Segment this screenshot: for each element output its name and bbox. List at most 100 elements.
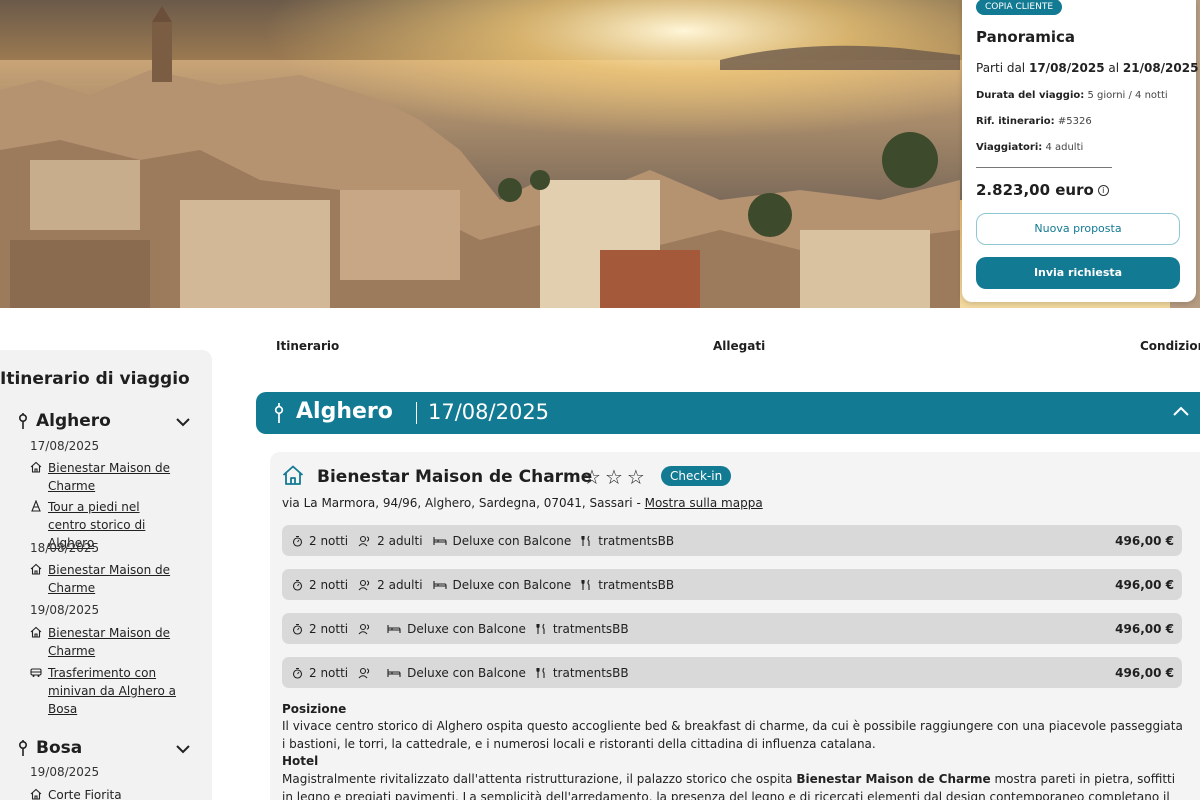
home-icon [30, 626, 42, 638]
start-date: 17/08/2025 [1028, 61, 1105, 75]
city-header-bar[interactable]: Alghero 17/08/2025 [256, 392, 1200, 434]
summary-title: Panoramica [976, 28, 1076, 46]
sidebar-item-hotel[interactable]: Bienestar Maison de Charme [30, 561, 180, 597]
people-icon [358, 623, 370, 634]
travellers-label: Viaggiatori: [976, 142, 1043, 153]
board: tratmentsBB [581, 534, 674, 548]
star-icon: ☆ [626, 465, 649, 489]
pin-icon [274, 403, 284, 423]
bed-icon [387, 624, 401, 633]
room-type: Deluxe con Balcone [387, 666, 526, 680]
send-request-button[interactable]: Invia richiesta [976, 257, 1180, 289]
dates-mid: al [1108, 61, 1120, 75]
item-label: Trasferimento con minivan da Alghero a B… [48, 666, 176, 716]
dates-prefix: Parti dal [976, 61, 1026, 75]
nights-text: 2 notti [309, 665, 349, 680]
summary-divider [976, 167, 1112, 168]
room-price: 496,00 € [1115, 533, 1174, 548]
room-price: 496,00 € [1115, 665, 1174, 680]
star-rating: ☆☆☆ [583, 465, 649, 489]
city-header-separator [416, 402, 417, 424]
sidebar-city-bosa[interactable]: Bosa [18, 738, 82, 758]
nights-text: 2 notti [309, 577, 349, 592]
sidebar-city-alghero[interactable]: Alghero [18, 411, 111, 431]
new-proposal-button[interactable]: Nuova proposta [976, 213, 1180, 245]
nights: 2 notti [292, 622, 348, 636]
minivan-icon [30, 668, 42, 677]
itinerary-sidebar: Itinerario di viaggio Alghero 17/08/2025… [0, 350, 212, 800]
tab-condizioni[interactable]: Condizioni [1140, 339, 1200, 353]
pin-icon [18, 740, 28, 756]
board: tratmentsBB [536, 622, 629, 636]
checkin-badge: Check-in [661, 466, 732, 486]
star-icon: ☆ [604, 465, 627, 489]
show-map-link[interactable]: Mostra sulla mappa [645, 496, 763, 510]
home-icon [30, 788, 42, 800]
nights: 2 notti [292, 578, 348, 592]
board: tratmentsBB [581, 578, 674, 592]
chevron-down-icon[interactable] [176, 745, 190, 754]
timer-icon [292, 623, 303, 635]
guests: 2 adulti [358, 577, 423, 592]
timer-icon [292, 667, 303, 679]
duration-value: 5 giorni / 4 notti [1087, 90, 1168, 101]
room-row: 2 notti 2 adulti Deluxe con Balcone trat… [282, 569, 1182, 600]
walking-tour-icon [31, 500, 41, 512]
room-type: Deluxe con Balcone [432, 577, 572, 592]
room-row: 2 notti 2 adulti Deluxe con Balcone trat… [282, 525, 1182, 556]
description-part: Magistralmente rivitalizzato dall'attent… [282, 772, 797, 786]
summary-card: COPIA CLIENTE Panoramica Parti dal 17/08… [962, 0, 1199, 302]
guests-text: 2 adulti [377, 577, 423, 592]
tab-itinerario[interactable]: Itinerario [276, 339, 339, 353]
item-label: Corte Fiorita [48, 788, 122, 800]
reference-value: #5326 [1057, 116, 1092, 127]
cutlery-icon [536, 623, 545, 634]
chevron-up-icon[interactable] [1173, 406, 1189, 416]
sidebar-date: 18/08/2025 [30, 541, 100, 555]
board-text: tratmentsBB [598, 577, 675, 592]
sidebar-date: 19/08/2025 [30, 603, 100, 617]
room-text: Deluxe con Balcone [452, 577, 572, 592]
home-icon [282, 465, 304, 485]
cutlery-icon [581, 579, 590, 590]
reference-label: Rif. itinerario: [976, 116, 1055, 127]
position-text: Il vivace centro storico di Alghero ospi… [282, 719, 1183, 751]
board: tratmentsBB [536, 666, 629, 680]
bed-icon [387, 668, 401, 677]
guests: 2 adulti [358, 534, 423, 548]
hotel-description: Magistralmente rivitalizzato dall'attent… [282, 770, 1187, 800]
sidebar-item-transfer[interactable]: Trasferimento con minivan da Alghero a B… [30, 664, 180, 718]
timer-icon [292, 535, 303, 547]
sidebar-item-hotel[interactable]: Bienestar Maison de Charme [30, 624, 180, 660]
room-row: 2 notti Deluxe con Balcone tratmentsBB 4… [282, 613, 1182, 644]
people-icon [358, 535, 370, 546]
customer-copy-badge: COPIA CLIENTE [976, 0, 1063, 15]
sidebar-title: Itinerario di viaggio [0, 369, 190, 389]
duration-row: Durata del viaggio: 5 giorni / 4 notti [976, 90, 1168, 101]
sidebar-item-hotel[interactable]: Corte Fiorita [30, 786, 180, 800]
sidebar-item-hotel[interactable]: Bienestar Maison de Charme [30, 459, 180, 495]
reference-row: Rif. itinerario: #5326 [976, 116, 1092, 127]
board-text: tratmentsBB [552, 665, 629, 680]
tab-allegati[interactable]: Allegati [713, 339, 765, 353]
board-text: tratmentsBB [598, 533, 675, 548]
cutlery-icon [581, 535, 590, 546]
info-icon[interactable]: i [1097, 185, 1109, 196]
pin-icon [18, 413, 28, 429]
hotel-address: via La Marmora, 94/96, Alghero, Sardegna… [282, 496, 763, 510]
item-label: Bienestar Maison de Charme [48, 461, 171, 493]
chevron-down-icon[interactable] [176, 418, 190, 427]
travellers-value: 4 adulti [1045, 142, 1084, 153]
city-name: Alghero [36, 411, 111, 431]
room-text: Deluxe con Balcone [452, 533, 572, 548]
room-price: 496,00 € [1115, 577, 1174, 592]
end-date: 21/08/2025 [1122, 61, 1199, 75]
cutlery-icon [536, 667, 545, 678]
hotel-heading: Hotel [282, 754, 319, 768]
nights-text: 2 notti [309, 621, 349, 636]
star-icon: ☆ [583, 465, 605, 489]
room-row: 2 notti Deluxe con Balcone tratmentsBB 4… [282, 657, 1182, 688]
description-hotel-name: Bienestar Maison de Charme [796, 772, 991, 786]
hotel-name: Bienestar Maison de Charme [317, 467, 593, 487]
board-text: tratmentsBB [552, 621, 629, 636]
